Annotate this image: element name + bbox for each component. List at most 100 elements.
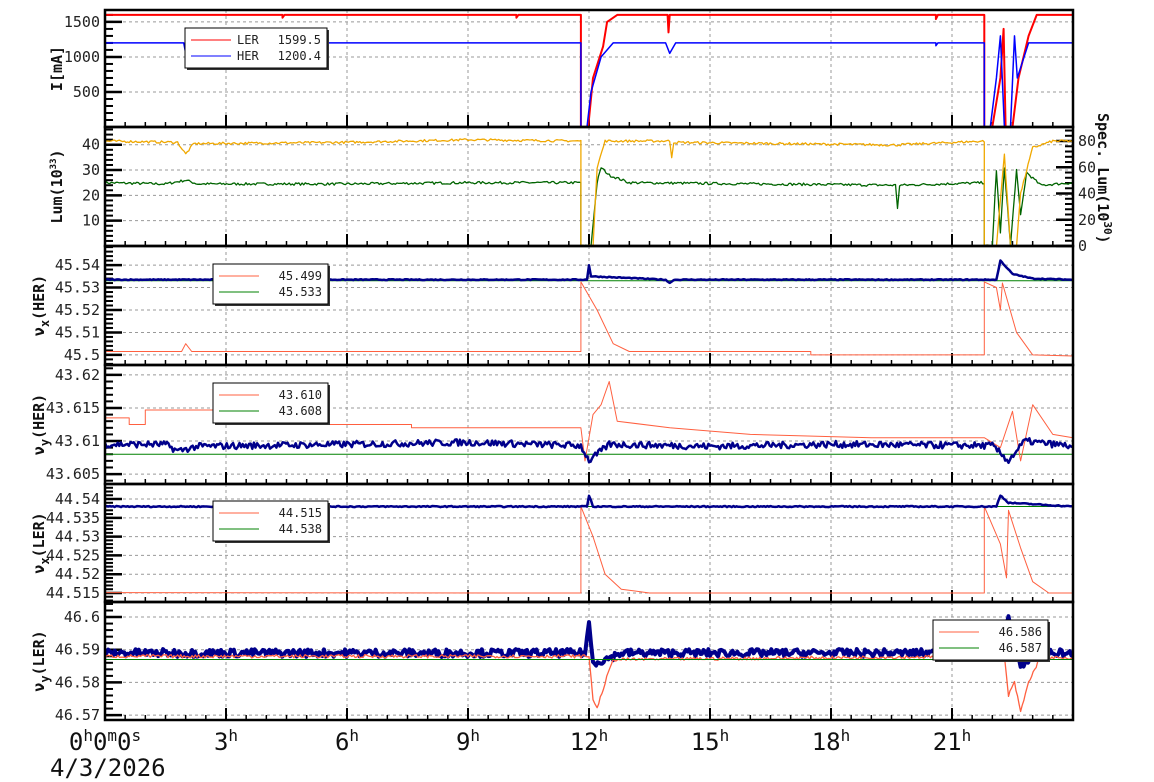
y-tick-label: 500 xyxy=(73,83,100,101)
y-tick-label: 1000 xyxy=(64,48,100,66)
panel-4: 43.605 43.61 43.615 43.62 νy(HER) 43.610 43.60… xyxy=(30,363,1075,486)
x-tick-number: 18 xyxy=(812,728,841,756)
legend-value: 44.538 xyxy=(279,522,322,536)
legend: 43.610 43.608 xyxy=(212,382,330,425)
y-tick-label: 46.6 xyxy=(64,608,100,626)
legend: LER 1599.5 HER 1200.4 xyxy=(184,27,329,70)
accelerator-monitor-chart: 50010001500I[mA]LER 1599.5HER 1200.4102030… xyxy=(30,8,1114,782)
y-tick-label: 43.62 xyxy=(55,366,100,384)
y-right-tick-label: 20 xyxy=(1078,211,1096,229)
y-axis-label-sub: y xyxy=(38,439,52,446)
x-tick-label: 0h0m0s xyxy=(69,726,141,756)
y-axis-label-text: ν xyxy=(30,683,48,692)
y-right-tick-label: 60 xyxy=(1078,158,1096,176)
y-axis-label-right-text: Spec. Lum(10 xyxy=(1094,113,1112,221)
x-tick-unit: h xyxy=(841,726,851,745)
legend-value: 45.533 xyxy=(279,285,322,299)
x-tick-number: 6 xyxy=(335,728,349,756)
y-tick-label: 44.54 xyxy=(55,490,100,508)
x-tick-label: 21h xyxy=(933,726,972,756)
y-tick-label: 46.58 xyxy=(55,673,100,691)
x-tick-number: 3 xyxy=(214,728,228,756)
y-tick-label: 40 xyxy=(82,136,100,154)
legend-value: 46.586 xyxy=(999,625,1042,639)
legend-value: 1200.4 xyxy=(278,49,321,63)
legend-value: 46.587 xyxy=(999,641,1042,655)
x-tick-label: 18h xyxy=(812,726,851,756)
legend-value: 44.515 xyxy=(279,506,322,520)
x-tick-number: 12 xyxy=(570,728,599,756)
legend-value: 43.610 xyxy=(279,388,322,402)
legend-label: HER xyxy=(237,49,259,63)
legend-value: 43.608 xyxy=(279,404,322,418)
x-tick-unit: h xyxy=(962,726,972,745)
x-tick-unit: m xyxy=(107,726,117,745)
series-line-reference xyxy=(105,653,1073,713)
y-axis-label: νy(LER) xyxy=(30,630,52,691)
y-tick-label: 43.605 xyxy=(46,465,100,483)
x-tick-number: 0 xyxy=(93,728,107,756)
y-tick-label: 43.61 xyxy=(55,432,100,450)
y-tick-label: 10 xyxy=(82,212,100,230)
panel-5: 44.515 44.5244.52544.5344.53544.54 νx(LER)… xyxy=(30,482,1075,604)
x-tick-number: 21 xyxy=(933,728,962,756)
y-axis-label-text: ν xyxy=(30,565,48,574)
y-axis-label-sub: x xyxy=(38,320,52,327)
y-tick-label: 44.52 xyxy=(55,565,100,583)
x-tick-unit: h xyxy=(599,726,609,745)
y-tick-label: 44.525 xyxy=(46,546,100,564)
y-axis-label-right-end: ) xyxy=(1094,235,1112,244)
legend-value: 1599.5 xyxy=(278,33,321,47)
y-tick-label: 30 xyxy=(82,161,100,179)
x-tick-unit: h xyxy=(83,726,93,745)
legend: 45.499 45.533 xyxy=(212,263,330,306)
y-tick-label: 20 xyxy=(82,186,100,204)
x-tick-label: 6h xyxy=(335,726,359,756)
panel-2: 10203040020406080Spec. Lum(1030)Lum(1033… xyxy=(48,113,1114,255)
legend-value: 45.499 xyxy=(279,269,322,283)
y-tick-label: 45.54 xyxy=(55,256,100,274)
x-tick-number: 0 xyxy=(117,728,131,756)
y-tick-label: 43.615 xyxy=(46,399,100,417)
y-tick-label: 44.535 xyxy=(46,509,100,527)
x-tick-unit: h xyxy=(720,726,730,745)
y-axis-label-right-sup: 30 xyxy=(1101,221,1114,234)
y-axis-label-end: (LER) xyxy=(30,630,48,675)
y-axis-label-end: (HER) xyxy=(30,394,48,439)
x-tick-label: 3h xyxy=(214,726,238,756)
panel-1: 500 1000 1500 I[mA] LER 1599.5 HER 1200.4 xyxy=(48,8,1075,129)
x-axis-date: 4/3/2026 xyxy=(50,754,166,782)
y-tick-label: 45.53 xyxy=(55,279,100,297)
y-right-tick-label: 40 xyxy=(1078,185,1096,203)
y-axis-label-end: (HER) xyxy=(30,275,48,320)
y-axis-label-end: ) xyxy=(48,149,66,158)
y-tick-label: 44.53 xyxy=(55,528,100,546)
legend-label: LER xyxy=(237,33,259,47)
y-axis-label: Lum(1033) xyxy=(48,149,66,223)
y-tick-label: 46.59 xyxy=(55,641,100,659)
y-axis-label-text: ν xyxy=(30,327,48,336)
y-right-tick-label: 0 xyxy=(1078,237,1087,255)
panel-6: 46.57 46.58 46.59 46.6 νy(LER) 46.586 46.587 xyxy=(30,600,1075,724)
panel-3: 45.545.5145.5245.5345.54νx(HER) 45.49945.… xyxy=(30,244,1075,367)
x-tick-unit: s xyxy=(132,726,142,745)
x-tick-number: 9 xyxy=(456,728,470,756)
x-tick-number: 0 xyxy=(69,728,83,756)
legend: 44.515 44.538 xyxy=(212,500,330,543)
y-axis-label-sub: y xyxy=(38,675,52,682)
y-axis-label-end: (LER) xyxy=(30,512,48,557)
y-right-tick-label: 80 xyxy=(1078,132,1096,150)
y-axis-label-sub: x xyxy=(38,557,52,564)
y-tick-label: 45.52 xyxy=(55,301,100,319)
x-tick-unit: h xyxy=(228,726,238,745)
x-tick-unit: h xyxy=(349,726,359,745)
x-tick-label: 15h xyxy=(691,726,730,756)
y-tick-label: 1500 xyxy=(64,13,100,31)
y-axis-label-text: Lum(10 xyxy=(48,169,66,223)
y-axis-label-text: I[mA] xyxy=(48,46,66,91)
y-axis-label: νx(HER) xyxy=(30,275,52,336)
x-tick-label: 9h xyxy=(456,726,480,756)
y-axis-label-sup: 33 xyxy=(49,159,59,170)
x-tick-label: 12h xyxy=(570,726,609,756)
legend: 46.586 46.587 xyxy=(932,619,1050,662)
